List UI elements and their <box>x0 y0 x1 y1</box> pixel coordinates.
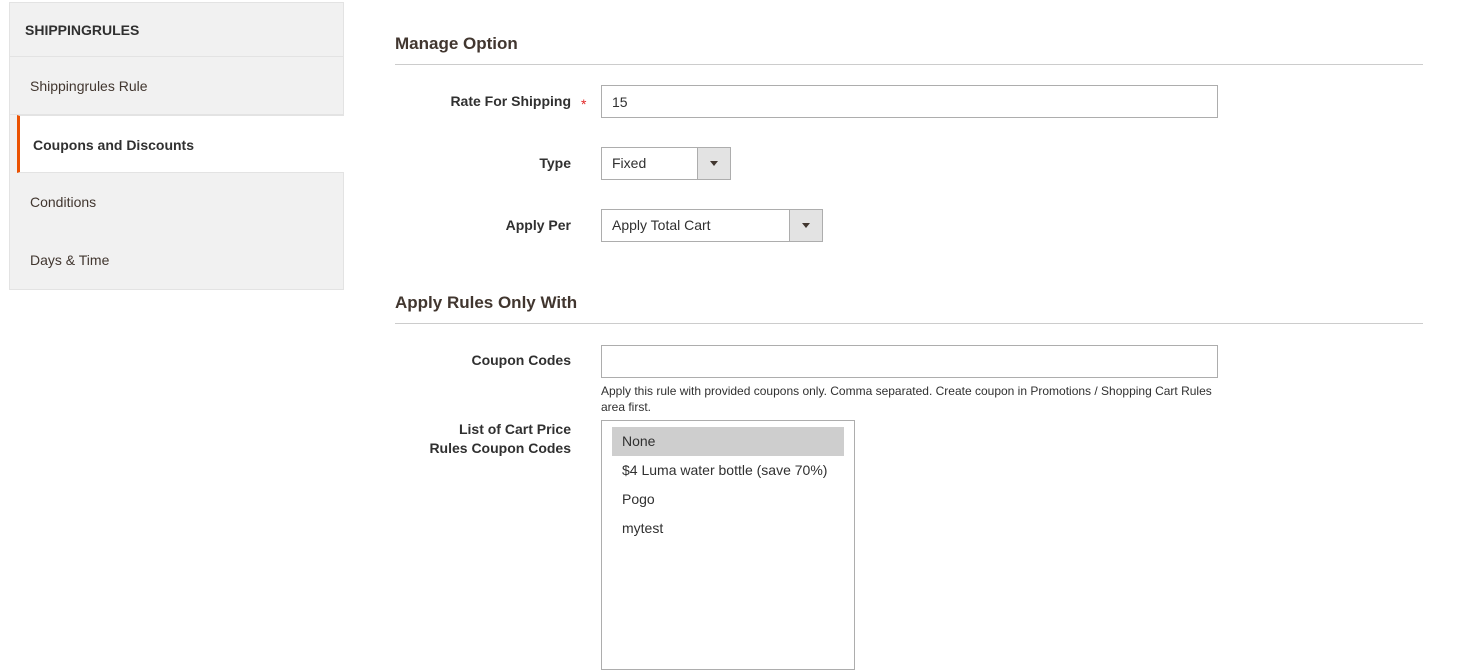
apply-per-label: Apply Per <box>505 217 571 233</box>
dropdown-arrow-icon <box>697 148 730 179</box>
cart-price-rules-label: List of Cart Price Rules Coupon Codes <box>271 420 571 458</box>
sidebar-item-label: Conditions <box>30 194 97 210</box>
option-pogo[interactable]: Pogo <box>612 485 844 514</box>
apply-per-select[interactable]: Apply Total Cart <box>601 209 823 242</box>
option-mytest[interactable]: mytest <box>612 514 844 543</box>
option-none[interactable]: None <box>612 427 844 456</box>
cart-price-rules-multiselect[interactable]: None $4 Luma water bottle (save 70%) Pog… <box>601 420 855 670</box>
coupon-codes-note: Apply this rule with provided coupons on… <box>601 384 1212 414</box>
manage-option-title: Manage Option <box>395 34 1423 65</box>
sidebar-title: SHIPPINGRULES <box>10 3 343 57</box>
type-label: Type <box>539 155 571 171</box>
apply-rules-title: Apply Rules Only With <box>395 293 1423 324</box>
cart-price-rules-label-line1: List of Cart Price <box>458 421 571 437</box>
apply-per-select-value: Apply Total Cart <box>612 217 711 233</box>
rate-for-shipping-label: Rate For Shipping <box>450 93 571 109</box>
sidebar-item-label: Days & Time <box>30 252 110 268</box>
sidebar-item-days-time[interactable]: Days & Time <box>10 231 343 289</box>
coupon-codes-input[interactable] <box>601 345 1218 378</box>
cart-price-rules-label-line2: Rules Coupon Codes <box>429 440 571 456</box>
required-asterisk: * <box>581 96 587 112</box>
sidebar-nav: SHIPPINGRULES Shippingrules Rule Coupons… <box>9 2 344 290</box>
type-select[interactable]: Fixed <box>601 147 731 180</box>
type-select-value: Fixed <box>612 155 647 171</box>
sidebar-item-label: Coupons and Discounts <box>33 137 194 153</box>
coupon-codes-label: Coupon Codes <box>471 352 571 368</box>
rate-for-shipping-input[interactable] <box>601 85 1218 118</box>
dropdown-arrow-icon <box>789 210 822 241</box>
sidebar-item-label: Shippingrules Rule <box>30 78 148 94</box>
option-luma-water-bottle[interactable]: $4 Luma water bottle (save 70%) <box>612 456 844 485</box>
